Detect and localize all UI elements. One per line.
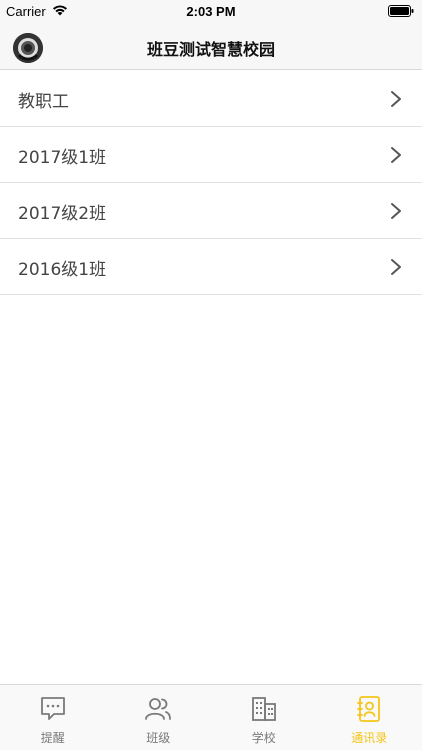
tab-bar: 提醒 班级 学校 通讯录 xyxy=(0,684,422,750)
chat-bubble-icon xyxy=(40,697,65,720)
clock: 2:03 PM xyxy=(186,4,236,19)
tab-contacts[interactable]: 通讯录 xyxy=(317,685,422,750)
list-item-class-2017-2[interactable]: 2017级2班 xyxy=(0,183,422,239)
navigation-bar: 班豆测试智慧校园 xyxy=(0,24,422,70)
chevron-right-icon xyxy=(391,147,401,163)
tab-class[interactable]: 班级 xyxy=(106,685,212,750)
contact-group-list: 教职工 2017级1班 2017级2班 2016级1班 xyxy=(0,71,422,295)
chevron-right-icon xyxy=(391,259,401,275)
tab-label: 提醒 xyxy=(40,731,65,745)
battery-icon xyxy=(388,5,414,17)
chevron-right-icon xyxy=(391,91,401,107)
chevron-right-icon xyxy=(391,203,401,219)
list-item-label: 2017级1班 xyxy=(18,148,107,168)
list-item-label: 2017级2班 xyxy=(18,204,107,224)
list-item-staff[interactable]: 教职工 xyxy=(0,71,422,127)
page-title: 班豆测试智慧校园 xyxy=(146,40,275,59)
people-icon xyxy=(145,698,172,720)
tab-label: 班级 xyxy=(146,731,171,745)
list-item-class-2017-1[interactable]: 2017级1班 xyxy=(0,127,422,183)
list-item-class-2016-1[interactable]: 2016级1班 xyxy=(0,239,422,295)
contacts-book-icon xyxy=(357,696,381,722)
status-bar: Carrier 2:03 PM xyxy=(0,0,422,24)
list-item-label: 教职工 xyxy=(18,92,69,112)
building-icon xyxy=(251,697,276,721)
tab-label: 通讯录 xyxy=(351,731,388,745)
tab-school[interactable]: 学校 xyxy=(211,685,317,750)
tab-label: 学校 xyxy=(251,731,276,745)
list-item-label: 2016级1班 xyxy=(18,260,107,280)
tab-reminders[interactable]: 提醒 xyxy=(0,685,106,750)
